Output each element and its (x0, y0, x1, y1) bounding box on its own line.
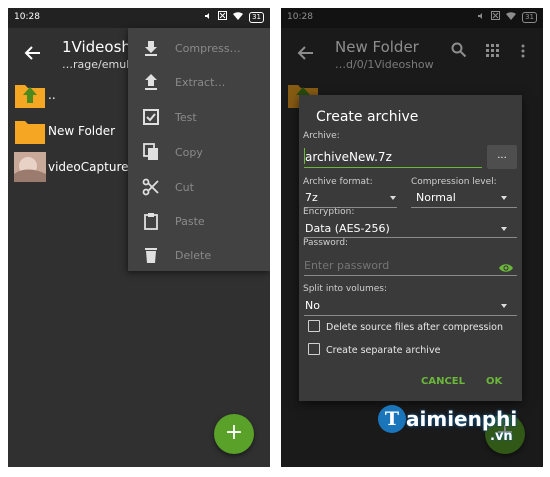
right-screen: 10:28 31 New Folder …d/0/1Videoshow + Cr… (281, 8, 543, 467)
menu-item-delete[interactable]: Delete (128, 238, 270, 272)
level-underline (411, 207, 517, 208)
folder-icon (14, 116, 46, 146)
format-label: Archive format: (303, 177, 373, 187)
add-fab-button[interactable]: + (214, 414, 254, 454)
password-input[interactable] (304, 255, 489, 275)
cancel-button[interactable]: CANCEL (421, 376, 465, 387)
dropdown-arrow-icon (390, 196, 396, 200)
delete-after-checkbox[interactable] (308, 320, 320, 332)
menu-item-label: Extract… (175, 76, 226, 89)
menu-item-label: Copy (175, 146, 203, 159)
mute-icon (204, 12, 212, 23)
menu-item-test[interactable]: Test (128, 100, 270, 134)
menu-item-copy[interactable]: Copy (128, 135, 270, 169)
status-bar: 10:28 31 (8, 8, 270, 28)
close-box-icon (218, 11, 228, 23)
left-screen: 10:28 31 1Videoshow …rage/emula .. New F… (8, 8, 270, 467)
archive-input-underline (304, 167, 482, 168)
check-box-icon (143, 109, 159, 125)
menu-item-label: Compress… (175, 42, 241, 55)
level-select[interactable]: Normal (416, 191, 456, 204)
upload-icon (145, 74, 157, 90)
battery-icon: 31 (249, 11, 264, 23)
menu-item-cut[interactable]: Cut (128, 170, 270, 204)
clipboard-icon (144, 213, 158, 230)
menu-item-extract[interactable]: Extract… (128, 65, 270, 99)
watermark-logo-icon: T (378, 405, 406, 433)
ok-button[interactable]: OK (486, 376, 502, 387)
archive-label: Archive: (303, 131, 340, 141)
dropdown-arrow-icon (501, 196, 507, 200)
dialog-title: Create archive (316, 109, 419, 125)
menu-item-label: Paste (175, 215, 205, 228)
level-label: Compression level: (411, 177, 497, 187)
password-label: Password: (303, 238, 349, 248)
menu-item-label: Test (175, 111, 197, 124)
watermark-brand: aimienphi (406, 407, 518, 431)
folder-up-icon (14, 80, 46, 110)
browse-button[interactable]: ... (487, 145, 517, 169)
folder-path: …rage/emula (62, 58, 136, 71)
password-underline (304, 275, 517, 276)
menu-item-label: Delete (175, 249, 212, 262)
create-archive-dialog: Create archive Archive: archiveNew.7z ..… (299, 95, 522, 401)
file-name: .. (48, 88, 56, 102)
delete-after-label: Delete source files after compression (326, 322, 503, 333)
watermark-domain: .vn (490, 429, 513, 444)
split-select[interactable]: No (305, 299, 320, 312)
image-thumbnail (14, 152, 46, 182)
archive-name-input[interactable]: archiveNew.7z (305, 150, 392, 164)
file-name: New Folder (48, 124, 116, 138)
text-cursor (304, 148, 305, 164)
menu-item-paste[interactable]: Paste (128, 204, 270, 238)
encryption-label: Encryption: (303, 207, 355, 217)
scissors-icon (142, 178, 159, 196)
menu-item-label: Cut (175, 181, 194, 194)
format-select[interactable]: 7z (305, 191, 318, 204)
back-arrow-icon[interactable] (22, 42, 44, 64)
encryption-select[interactable]: Data (AES-256) (305, 222, 390, 235)
status-time: 10:28 (14, 12, 40, 22)
wifi-icon (233, 11, 244, 23)
trash-icon (145, 248, 157, 263)
split-underline (304, 315, 517, 316)
copy-icon (143, 143, 158, 160)
dropdown-arrow-icon (501, 304, 507, 308)
context-menu: Compress… Extract… Test Copy Cut Paste D… (128, 28, 270, 271)
split-label: Split into volumes: (303, 284, 387, 294)
separate-archive-label: Create separate archive (326, 345, 441, 356)
separate-archive-checkbox[interactable] (308, 343, 320, 355)
dropdown-arrow-icon (501, 227, 507, 231)
menu-item-compress[interactable]: Compress… (128, 31, 270, 65)
download-icon (145, 41, 157, 56)
taimienphi-watermark: T aimienphi .vn (378, 403, 548, 453)
